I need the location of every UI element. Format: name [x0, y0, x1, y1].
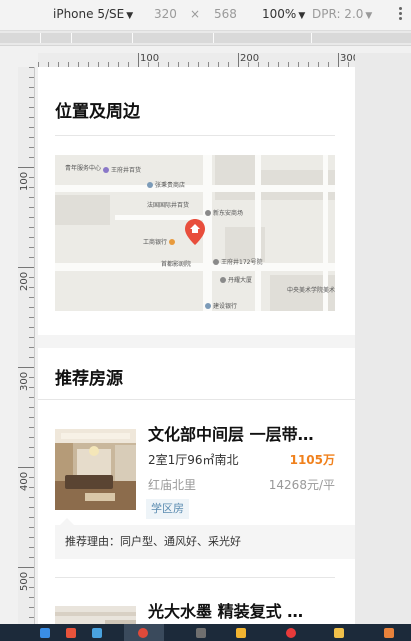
app-icon[interactable] [66, 628, 76, 638]
device-select[interactable]: iPhone 5/SE ▼ [53, 7, 133, 21]
bank-icon [169, 239, 176, 245]
map-poi-label: 丹耀大厦 [228, 277, 253, 284]
chevron-down-icon: ▼ [126, 11, 134, 21]
map-poi-label: 新东安商场 [213, 210, 244, 217]
map-poi-label: 王府井172号院 [221, 259, 263, 266]
taskbar [0, 624, 411, 641]
map-poi: 建设银行 [205, 301, 237, 310]
location-section: 位置及周边 青年服务中心 王府井百货 张秉贵商店 法国国际井百货 新东安商场 工… [38, 67, 355, 335]
building-icon [205, 210, 211, 216]
recommend-reason: 推荐理由：同户型、通风好、采光好 [55, 525, 355, 559]
map-poi: 中央美术学院美术馆 [287, 287, 335, 294]
listing-title[interactable]: 文化部中间层 一层带… [148, 421, 314, 445]
map-poi: 工商银行 [143, 237, 177, 246]
dpr-select[interactable]: DPR: 2.0 ▼ [312, 7, 372, 21]
map-poi-label: 张秉贵商店 [155, 182, 186, 189]
section-title: 位置及周边 [55, 102, 140, 122]
ruler-label: 100 [140, 53, 160, 64]
dpr-label: DPR: 2.0 [312, 7, 364, 21]
divider [55, 135, 335, 136]
ruler-label: 500 [19, 571, 30, 591]
more-options-icon[interactable] [399, 7, 402, 22]
shopping-icon [103, 167, 109, 173]
ruler-label: 200 [19, 271, 30, 291]
location-map[interactable]: 青年服务中心 王府井百货 张秉贵商店 法国国际井百货 新东安商场 工商银行 首都… [55, 155, 335, 311]
ruler-label: 400 [19, 471, 30, 491]
section-title: 推荐房源 [55, 369, 123, 389]
ruler-label: 200 [240, 53, 260, 64]
map-poi: 王府井百货 [103, 165, 141, 174]
zoom-select[interactable]: 100% ▼ [262, 7, 305, 21]
map-poi-label: 建设银行 [213, 303, 238, 310]
listing-tag: 学区房 [146, 499, 189, 519]
chevron-down-icon: ▼ [365, 11, 373, 21]
app-icon[interactable] [196, 628, 206, 638]
chevron-down-icon: ▼ [298, 11, 306, 21]
map-poi: 王府井172号院 [213, 257, 262, 266]
listing-unit-price: 14268元/平 [268, 478, 335, 492]
chrome-icon[interactable] [138, 628, 148, 638]
listing-price: 1105万 [289, 453, 335, 467]
zoom-label: 100% [262, 7, 297, 21]
listing-title[interactable]: 光大水墨 精装复式 … [148, 598, 303, 622]
listing-photo [55, 429, 136, 510]
ruler-label: 300 [340, 53, 355, 64]
map-poi-label: 王府井百货 [111, 167, 142, 174]
map-poi: 丹耀大厦 [220, 275, 252, 284]
ruler-label: 100 [19, 171, 30, 191]
location-pin-icon [185, 219, 205, 245]
vertical-ruler: 100 200 300 400 500 [18, 67, 35, 641]
horizontal-ruler: 100 200 300 [38, 53, 355, 68]
divider [38, 399, 355, 400]
device-viewport[interactable]: 位置及周边 青年服务中心 王府井百货 张秉贵商店 法国国际井百货 新东安商场 工… [38, 67, 355, 641]
map-poi: 新东安商场 [205, 208, 243, 217]
height-field[interactable]: 568 [214, 7, 237, 21]
app-icon[interactable] [286, 628, 296, 638]
devtools-toolbar: iPhone 5/SE ▼ 320 × 568 100% ▼ DPR: 2.0 ▼ [0, 0, 411, 31]
reason-arrow [60, 518, 74, 525]
map-poi: 张秉贵商店 [147, 180, 185, 189]
width-field[interactable]: 320 [154, 7, 177, 21]
folder-icon[interactable] [334, 628, 344, 638]
emulator-background [355, 53, 411, 641]
recommend-section: 推荐房源 文化部中间层 一层带… 2室1厅96㎡南北 1105万 红庙北里 14… [38, 348, 355, 641]
map-poi: 青年服务中心 [65, 165, 102, 172]
divider [55, 577, 335, 578]
media-query-bar[interactable] [0, 31, 411, 46]
app-icon[interactable] [384, 628, 394, 638]
building-icon [213, 259, 219, 265]
app-icon[interactable] [236, 628, 246, 638]
ruler-label: 300 [19, 371, 30, 391]
browser-icon[interactable] [40, 628, 50, 638]
map-poi-label: 工商银行 [143, 239, 168, 246]
app-icon[interactable] [92, 628, 102, 638]
building-icon [220, 277, 226, 283]
map-poi: 首都影剧院 [161, 261, 192, 268]
bank-icon [205, 303, 211, 309]
device-label: iPhone 5/SE [53, 7, 125, 21]
dimension-separator: × [190, 7, 201, 21]
shop-icon [147, 182, 153, 188]
listing-community: 红庙北里 [148, 478, 197, 492]
map-poi: 法国国际井百货 [147, 202, 190, 209]
listing-spec: 2室1厅96㎡南北 [148, 453, 239, 467]
